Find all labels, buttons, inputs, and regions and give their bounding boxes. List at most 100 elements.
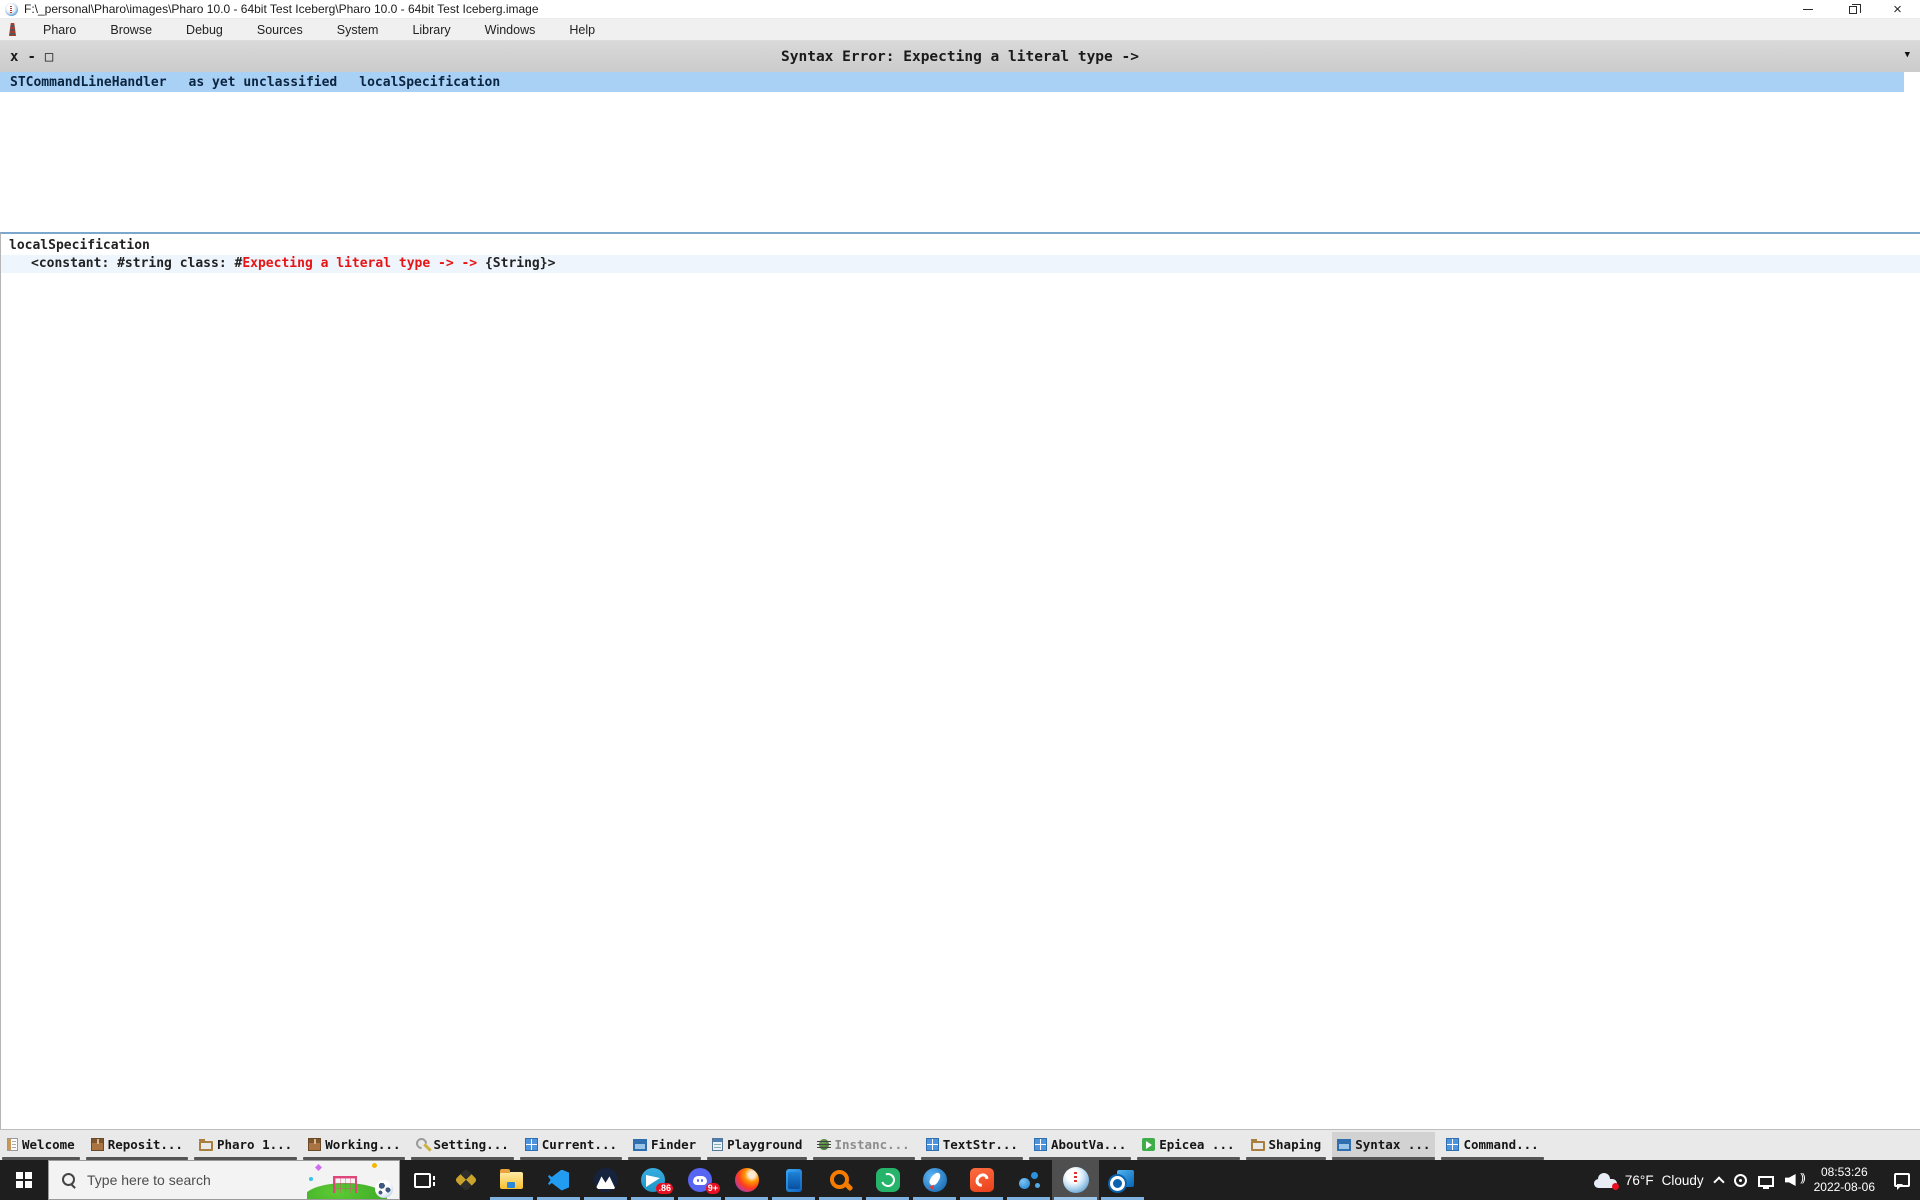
pharo-tab-label: Working... (325, 1137, 401, 1152)
doodle-sparkle (315, 1164, 322, 1171)
pharo-tab-label: AboutVa... (1050, 1137, 1127, 1152)
pharo-tab-reposit[interactable]: Reposit... (85, 1132, 189, 1160)
window-menu-chevron-icon[interactable]: ▼ (1905, 50, 1910, 60)
search-icon (62, 1172, 77, 1188)
method-class-name: STCommandLineHandler (10, 74, 167, 90)
task-view-button[interactable] (400, 1160, 444, 1200)
menu-item-library[interactable]: Library (395, 19, 467, 41)
file-explorer-icon (500, 1168, 523, 1189)
method-list-area[interactable] (0, 92, 1920, 232)
taskbar-app-outlook[interactable] (1099, 1160, 1146, 1200)
pharo-tab-epicea[interactable]: Epicea ... (1137, 1132, 1240, 1160)
error-inserted-text: Expecting a literal type -> -> (242, 256, 478, 271)
pharo-tab-current[interactable]: Current... (519, 1132, 623, 1160)
pharo-tab-playground[interactable]: Playground (707, 1132, 808, 1160)
restore-button[interactable] (1830, 0, 1875, 19)
pharo-tab-command[interactable]: Command... (1441, 1132, 1544, 1160)
taskbar-clock[interactable]: 08:53:26 2022-08-06 (1814, 1165, 1875, 1195)
pharo-tab-setting[interactable]: Setting... (411, 1132, 515, 1160)
pharo-tab-label: Setting... (433, 1137, 509, 1152)
menu-item-sources[interactable]: Sources (240, 19, 320, 41)
clock-time: 08:53:26 (1820, 1165, 1868, 1179)
rocket-icon (922, 1168, 947, 1192)
pharo-tab-label: Welcome (22, 1137, 75, 1152)
grid-icon (524, 1138, 538, 1151)
syntax-error-titlebar[interactable]: x - □ Syntax Error: Expecting a literal … (0, 41, 1920, 72)
taskbar-app-pdf[interactable] (958, 1160, 1005, 1200)
pharo-menu-icon (9, 23, 16, 36)
menu-item-debug[interactable]: Debug (169, 19, 240, 41)
search-doodle (307, 1161, 399, 1199)
pharo-tab-label: Finder (651, 1137, 697, 1152)
search-tool-icon (830, 1169, 851, 1191)
taskbar-app-firefox[interactable] (723, 1160, 770, 1200)
pharo-tab-label: Command... (1463, 1137, 1539, 1152)
pharo-tab-label: TextStr... (942, 1137, 1018, 1152)
taskbar-app-pharo[interactable] (1052, 1160, 1099, 1200)
taskbar-app-rocket[interactable] (911, 1160, 958, 1200)
taskbar-app-telegram[interactable]: .86 (629, 1160, 676, 1200)
taskbar-app-molecule[interactable] (1005, 1160, 1052, 1200)
network-icon[interactable] (1757, 1175, 1774, 1189)
pharo-tab-label: Pharo 1... (216, 1137, 293, 1152)
pharo-tab-finder[interactable]: Finder (628, 1132, 702, 1160)
pharo-window-controls: x - □ (0, 50, 53, 64)
taskbar-app-discord[interactable]: 9+ (676, 1160, 723, 1200)
taskbar-app-vscode[interactable] (535, 1160, 582, 1200)
menu-bar: Pharo Browse Debug Sources System Library Wind… (0, 19, 1920, 41)
taskbar-app-phone[interactable] (770, 1160, 817, 1200)
vnc-viewer-button[interactable] (444, 1160, 488, 1200)
window-close-icon[interactable]: x (10, 50, 18, 64)
method-protocol: as yet unclassified (188, 74, 338, 90)
weather-widget[interactable]: 76°F Cloudy (1593, 1172, 1704, 1190)
epicea-icon (1142, 1138, 1156, 1151)
minimize-icon (1802, 9, 1813, 10)
pharo-tab-label: Epicea ... (1159, 1137, 1235, 1152)
pharo-tab-shaping[interactable]: Shaping (1245, 1132, 1327, 1160)
method-list-selected-row[interactable]: STCommandLineHandler as yet unclassified l… (0, 72, 1904, 92)
bug-icon (817, 1139, 832, 1150)
package-icon (308, 1138, 322, 1151)
meet-now-icon[interactable] (1733, 1173, 1747, 1187)
pharo-icon (1062, 1167, 1089, 1193)
restore-icon (1848, 3, 1861, 14)
taskbar-app-nordvpn[interactable] (582, 1160, 629, 1200)
code-line-1: localSpecification (9, 238, 150, 253)
menu-bar-items: Pharo Browse Debug Sources System Library Wind… (26, 19, 612, 41)
taskbar-app-file-explorer[interactable] (488, 1160, 535, 1200)
window-expand-icon[interactable]: □ (45, 50, 53, 64)
pharo-tab-syntax[interactable]: Syntax ... (1332, 1132, 1436, 1160)
pharo-tab-welcome[interactable]: Welcome (2, 1132, 80, 1160)
window-collapse-icon[interactable]: - (27, 50, 35, 64)
menu-item-system[interactable]: System (320, 19, 396, 41)
close-button[interactable]: × (1875, 0, 1920, 19)
doodle-sparkle (372, 1163, 377, 1168)
menu-item-windows[interactable]: Windows (468, 19, 553, 41)
taskbar-app-sync[interactable] (864, 1160, 911, 1200)
windows-logo-icon (16, 1172, 32, 1188)
start-button[interactable] (0, 1160, 48, 1200)
pharo-tab-aboutva[interactable]: AboutVa... (1028, 1132, 1132, 1160)
taskbar-search-box[interactable]: Type here to search (48, 1160, 400, 1200)
code-text: <constant: #string class: # (31, 256, 243, 271)
volume-icon[interactable] (1785, 1172, 1803, 1188)
pharo-tab-instanc[interactable]: Instanc... (813, 1132, 915, 1160)
menu-item-help[interactable]: Help (552, 19, 612, 41)
molecule-icon (1017, 1168, 1041, 1192)
pharo-tab-pharo-1[interactable]: Pharo 1... (193, 1132, 298, 1160)
action-center-icon[interactable] (1894, 1173, 1910, 1190)
menu-item-browse[interactable]: Browse (93, 19, 169, 41)
screen: F:\_personal\Pharo\images\Pharo 10.0 - 6… (0, 0, 1920, 1200)
doodle-soccer-ball (375, 1180, 393, 1198)
pharo-tab-working[interactable]: Working... (303, 1132, 406, 1160)
minimize-button[interactable] (1785, 0, 1830, 19)
taskbar-app-search-tool[interactable] (817, 1160, 864, 1200)
task-view-icon (413, 1172, 435, 1188)
code-editor[interactable]: localSpecification <constant: #string cl… (0, 232, 1920, 1129)
menu-item-pharo[interactable]: Pharo (26, 19, 93, 41)
grid-icon (925, 1138, 939, 1151)
window-icon (1337, 1139, 1352, 1151)
nordvpn-icon (593, 1168, 618, 1192)
pharo-tab-textstr[interactable]: TextStr... (920, 1132, 1024, 1160)
hidden-icons-chevron-icon[interactable] (1712, 1175, 1725, 1188)
